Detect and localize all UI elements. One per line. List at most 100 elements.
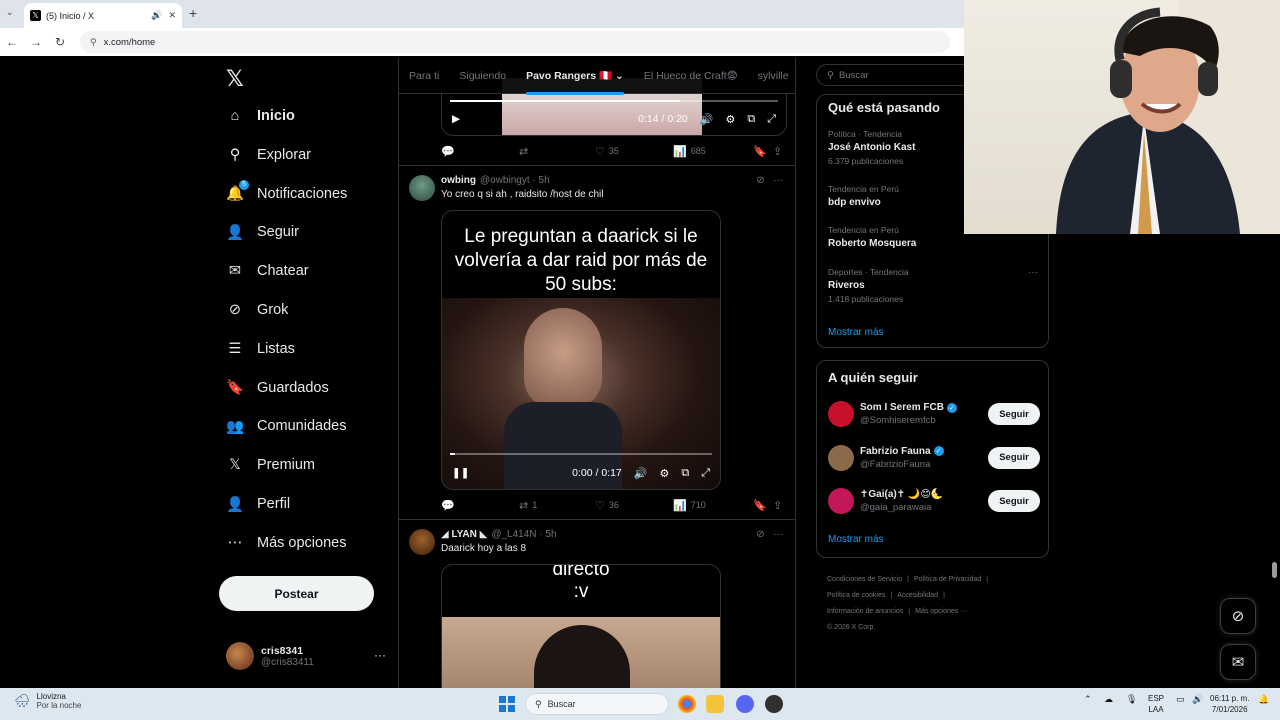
discord-icon[interactable] [736,695,754,713]
video-player[interactable]: Le preguntan a daarick si le volvería a … [441,210,721,490]
speaker-icon[interactable]: 🔊 [1192,694,1203,705]
like-button[interactable]: ♡ 35 [595,145,673,158]
who-to-follow-item[interactable]: Fabrizio Fauna ✓ @FabrizioFauna Seguir [828,443,1040,473]
volume-icon[interactable]: 🔊 [634,467,648,480]
reply-button[interactable]: 💬 [441,145,519,158]
messages-button[interactable]: ✉ [1220,644,1256,680]
tab-pavo-rangers[interactable]: Pavo Rangers 🇵🇪 ⌄ [526,69,624,95]
volume-icon[interactable]: 🔊 [700,113,714,126]
avatar[interactable] [409,175,435,201]
settings-gear-icon[interactable]: ⚙ [659,467,669,480]
reply-button[interactable]: 💬 [441,499,519,512]
tab-para-ti[interactable]: Para ti [409,70,439,82]
folder-icon[interactable] [706,695,724,713]
follow-button[interactable]: Seguir [988,446,1040,469]
footer-link[interactable]: Condiciones de Servicio [827,576,902,583]
show-more-who-link[interactable]: Mostrar más [828,534,884,545]
forward-icon[interactable]: → [24,35,48,49]
nav-item-inicio[interactable]: ⌂ Inicio [226,101,295,131]
post-button[interactable]: Postear [219,576,374,611]
tab-sylville[interactable]: sylville [758,70,789,82]
nav-item-guardados[interactable]: 🔖 Guardados [226,373,329,403]
nav-item-premium[interactable]: 𝕏 Premium [226,450,315,480]
views-button[interactable]: 📊 685 [673,145,753,158]
follow-button[interactable]: Seguir [988,490,1040,512]
video-progress-bar[interactable] [450,100,778,102]
who-to-follow-item[interactable]: Som I Serem FCB ✓ @Somhiseremfcb Seguir [828,399,1040,429]
language-indicator[interactable]: ESP LAA [1148,693,1164,715]
post-time[interactable]: 5h [539,175,550,186]
avatar[interactable] [409,529,435,555]
author-name[interactable]: ◢ LYAN ◣ [441,529,487,540]
x-logo-icon[interactable]: 𝕏 [226,66,244,92]
speaker-icon[interactable]: 🔊 [151,10,162,21]
more-icon[interactable]: ··· [374,648,386,662]
chevron-up-icon[interactable]: ⌃ [1084,694,1092,705]
picture-in-picture-icon[interactable]: ⧉ [681,467,689,480]
chrome-icon[interactable] [678,695,696,713]
trend-item[interactable]: Deportes · Tendencia Riveros 1.418 publica… [828,267,1038,304]
nav-item-grok[interactable]: ⊘ Grok [226,295,289,325]
back-icon[interactable]: ← [0,35,24,49]
more-icon[interactable]: ··· [773,175,783,186]
views-button[interactable]: 📊 710 [673,499,753,512]
avatar[interactable] [828,444,854,471]
tab-search-chevron-icon[interactable]: ⌄ [6,7,14,18]
picture-in-picture-icon[interactable]: ⧉ [747,113,755,126]
site-info-icon[interactable]: ⚲ [90,37,97,48]
browser-tab[interactable]: 𝕏 (5) Inicio / X 🔊 ✕ [24,3,182,28]
author-name[interactable]: owbing [441,175,476,186]
tab-el-hueco-de-craft[interactable]: El Hueco de Craft😨 [644,70,738,82]
grok-button[interactable]: ⊘ [1220,598,1256,634]
more-icon[interactable]: ··· [1028,267,1038,278]
display-icon[interactable]: ▭ [1176,694,1185,705]
account-switcher[interactable]: cris8341 @cris83411 ··· [226,642,386,670]
avatar[interactable] [828,488,854,514]
play-icon[interactable]: ▶ [452,113,460,125]
author-handle[interactable]: @_L414N [491,529,536,540]
obs-icon[interactable] [765,695,783,713]
post-time[interactable]: 5h [545,529,556,540]
footer-link[interactable]: Información de anuncios [827,608,903,615]
tab-siguiendo[interactable]: Siguiendo [459,70,506,82]
share-button[interactable]: ⇪ [773,499,786,512]
footer-link[interactable]: Más opciones ··· [915,608,967,615]
new-tab-button[interactable]: + [189,5,197,21]
nav-item-seguir[interactable]: 👤 Seguir [226,217,299,247]
pause-icon[interactable]: ❚❚ [452,467,470,479]
share-button[interactable]: ⇪ [773,145,786,158]
nav-item-perfil[interactable]: 👤 Perfil [226,489,290,519]
grok-icon[interactable]: ⊘ [756,529,764,540]
footer-link[interactable]: Accesibilidad [897,592,938,599]
close-tab-icon[interactable]: ✕ [168,10,176,21]
taskbar-search[interactable]: ⚲ Buscar [525,693,669,715]
author-handle[interactable]: @owbingyt [480,175,530,186]
scrollbar-thumb[interactable] [1272,562,1277,578]
reload-icon[interactable]: ↻ [48,35,72,49]
nav-item-chatear[interactable]: ✉ Chatear [226,256,309,286]
footer-link[interactable]: Política de cookies [827,592,885,599]
video-player[interactable]: directo :v [441,564,721,688]
follow-button[interactable]: Seguir [988,403,1040,425]
nav-item-más-opciones[interactable]: ⋯ Más opciones [226,528,347,558]
video-progress-bar[interactable] [450,453,712,455]
nav-item-comunidades[interactable]: 👥 Comunidades [226,411,347,441]
who-to-follow-item[interactable]: ✝Gai(a)✝ 🌙😊🌜 @gaia_parawaia Seguir [828,486,1040,516]
like-button[interactable]: ♡ 36 [595,499,673,512]
bookmark-button[interactable]: 🔖 [753,499,773,512]
footer-link[interactable]: © 2026 X Corp. [827,624,875,631]
fullscreen-icon[interactable]: ⤢ [767,113,776,126]
nav-item-explorar[interactable]: ⚲ Explorar [226,140,311,170]
nav-item-notificaciones[interactable]: 🔔 5 Notificaciones [226,179,347,209]
weather-widget[interactable]: 🌧 Llovizna Por la noche [14,692,81,710]
avatar[interactable] [828,401,854,427]
footer-link[interactable]: Política de Privacidad [914,576,981,583]
repost-button[interactable]: ⇄ [519,145,595,158]
notification-bell-icon[interactable]: 🔔 [1258,694,1269,705]
bookmark-button[interactable]: 🔖 [753,145,773,158]
nav-item-listas[interactable]: ☰ Listas [226,334,295,364]
fullscreen-icon[interactable]: ⤢ [701,467,710,480]
windows-start-icon[interactable] [499,696,515,712]
show-more-trends-link[interactable]: Mostrar más [828,327,884,338]
address-bar[interactable]: ⚲ x.com/home [80,31,950,53]
